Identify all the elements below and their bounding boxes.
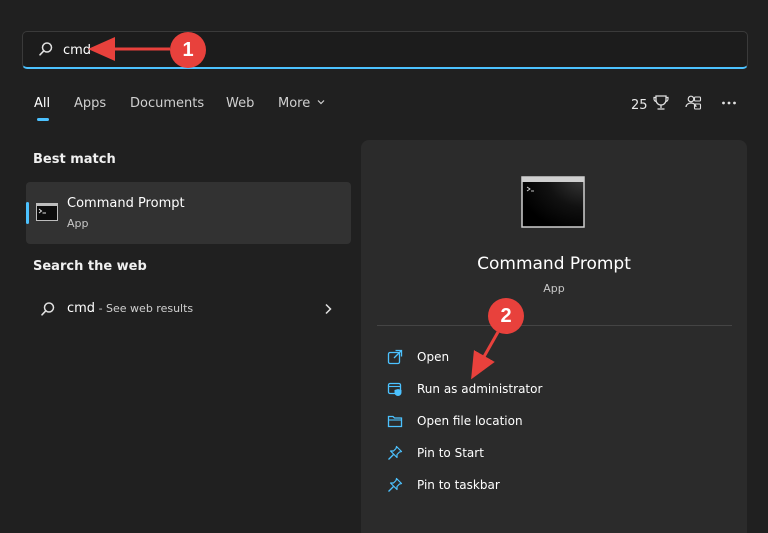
- pin-to-start-label: Pin to Start: [417, 446, 484, 460]
- selection-accent: [26, 202, 29, 224]
- search-icon: [38, 41, 54, 61]
- people-icon: [684, 95, 702, 116]
- trophy-icon: [652, 94, 670, 116]
- best-match-title: Command Prompt: [67, 196, 185, 211]
- chevron-down-icon: [316, 96, 326, 111]
- folder-icon: [387, 413, 403, 433]
- account-switch-button[interactable]: [684, 94, 702, 116]
- pin-icon: [387, 477, 403, 497]
- command-prompt-large-icon: [521, 176, 585, 232]
- web-search-result[interactable]: cmd - See web results: [26, 292, 351, 326]
- best-match-item[interactable]: Command Prompt App: [26, 182, 351, 244]
- ellipsis-icon: [720, 97, 738, 116]
- run-as-administrator-action[interactable]: Run as administrator: [387, 378, 717, 402]
- best-match-subtitle: App: [67, 217, 89, 230]
- search-box[interactable]: [22, 31, 748, 69]
- command-prompt-icon: [36, 203, 58, 225]
- run-as-administrator-label: Run as administrator: [417, 382, 543, 396]
- annotation-step-2: 2: [488, 298, 524, 334]
- open-icon: [387, 349, 403, 369]
- tab-apps[interactable]: Apps: [74, 96, 106, 111]
- active-tab-indicator: [37, 118, 49, 121]
- annotation-step-1: 1: [170, 32, 206, 68]
- rewards-points[interactable]: 25: [631, 94, 670, 116]
- search-web-heading: Search the web: [33, 259, 147, 274]
- web-search-suffix: - See web results: [95, 302, 194, 315]
- pin-icon: [387, 445, 403, 465]
- web-search-label: cmd - See web results: [67, 301, 193, 316]
- open-file-location-action[interactable]: Open file location: [387, 410, 717, 434]
- search-icon: [40, 301, 56, 321]
- tab-web[interactable]: Web: [226, 96, 254, 111]
- more-options-button[interactable]: [720, 94, 738, 116]
- tab-more[interactable]: More: [278, 96, 326, 111]
- tab-all[interactable]: All: [34, 96, 50, 111]
- detail-title: Command Prompt: [477, 254, 631, 274]
- detail-subtitle: App: [543, 282, 565, 295]
- web-search-query: cmd: [67, 301, 96, 316]
- detail-panel: Command Prompt App Open Run as administr…: [361, 140, 747, 533]
- pin-to-taskbar-label: Pin to taskbar: [417, 478, 500, 492]
- search-input[interactable]: [63, 38, 703, 62]
- open-action-label: Open: [417, 350, 450, 364]
- tab-more-label: More: [278, 96, 311, 111]
- open-file-location-label: Open file location: [417, 414, 523, 428]
- tab-documents[interactable]: Documents: [130, 96, 204, 111]
- divider: [377, 325, 732, 326]
- chevron-right-icon: [323, 301, 333, 320]
- points-count: 25: [631, 97, 648, 113]
- shield-icon: [387, 381, 403, 401]
- open-action[interactable]: Open: [387, 346, 717, 370]
- best-match-heading: Best match: [33, 152, 116, 167]
- pin-to-taskbar-action[interactable]: Pin to taskbar: [387, 474, 717, 498]
- pin-to-start-action[interactable]: Pin to Start: [387, 442, 717, 466]
